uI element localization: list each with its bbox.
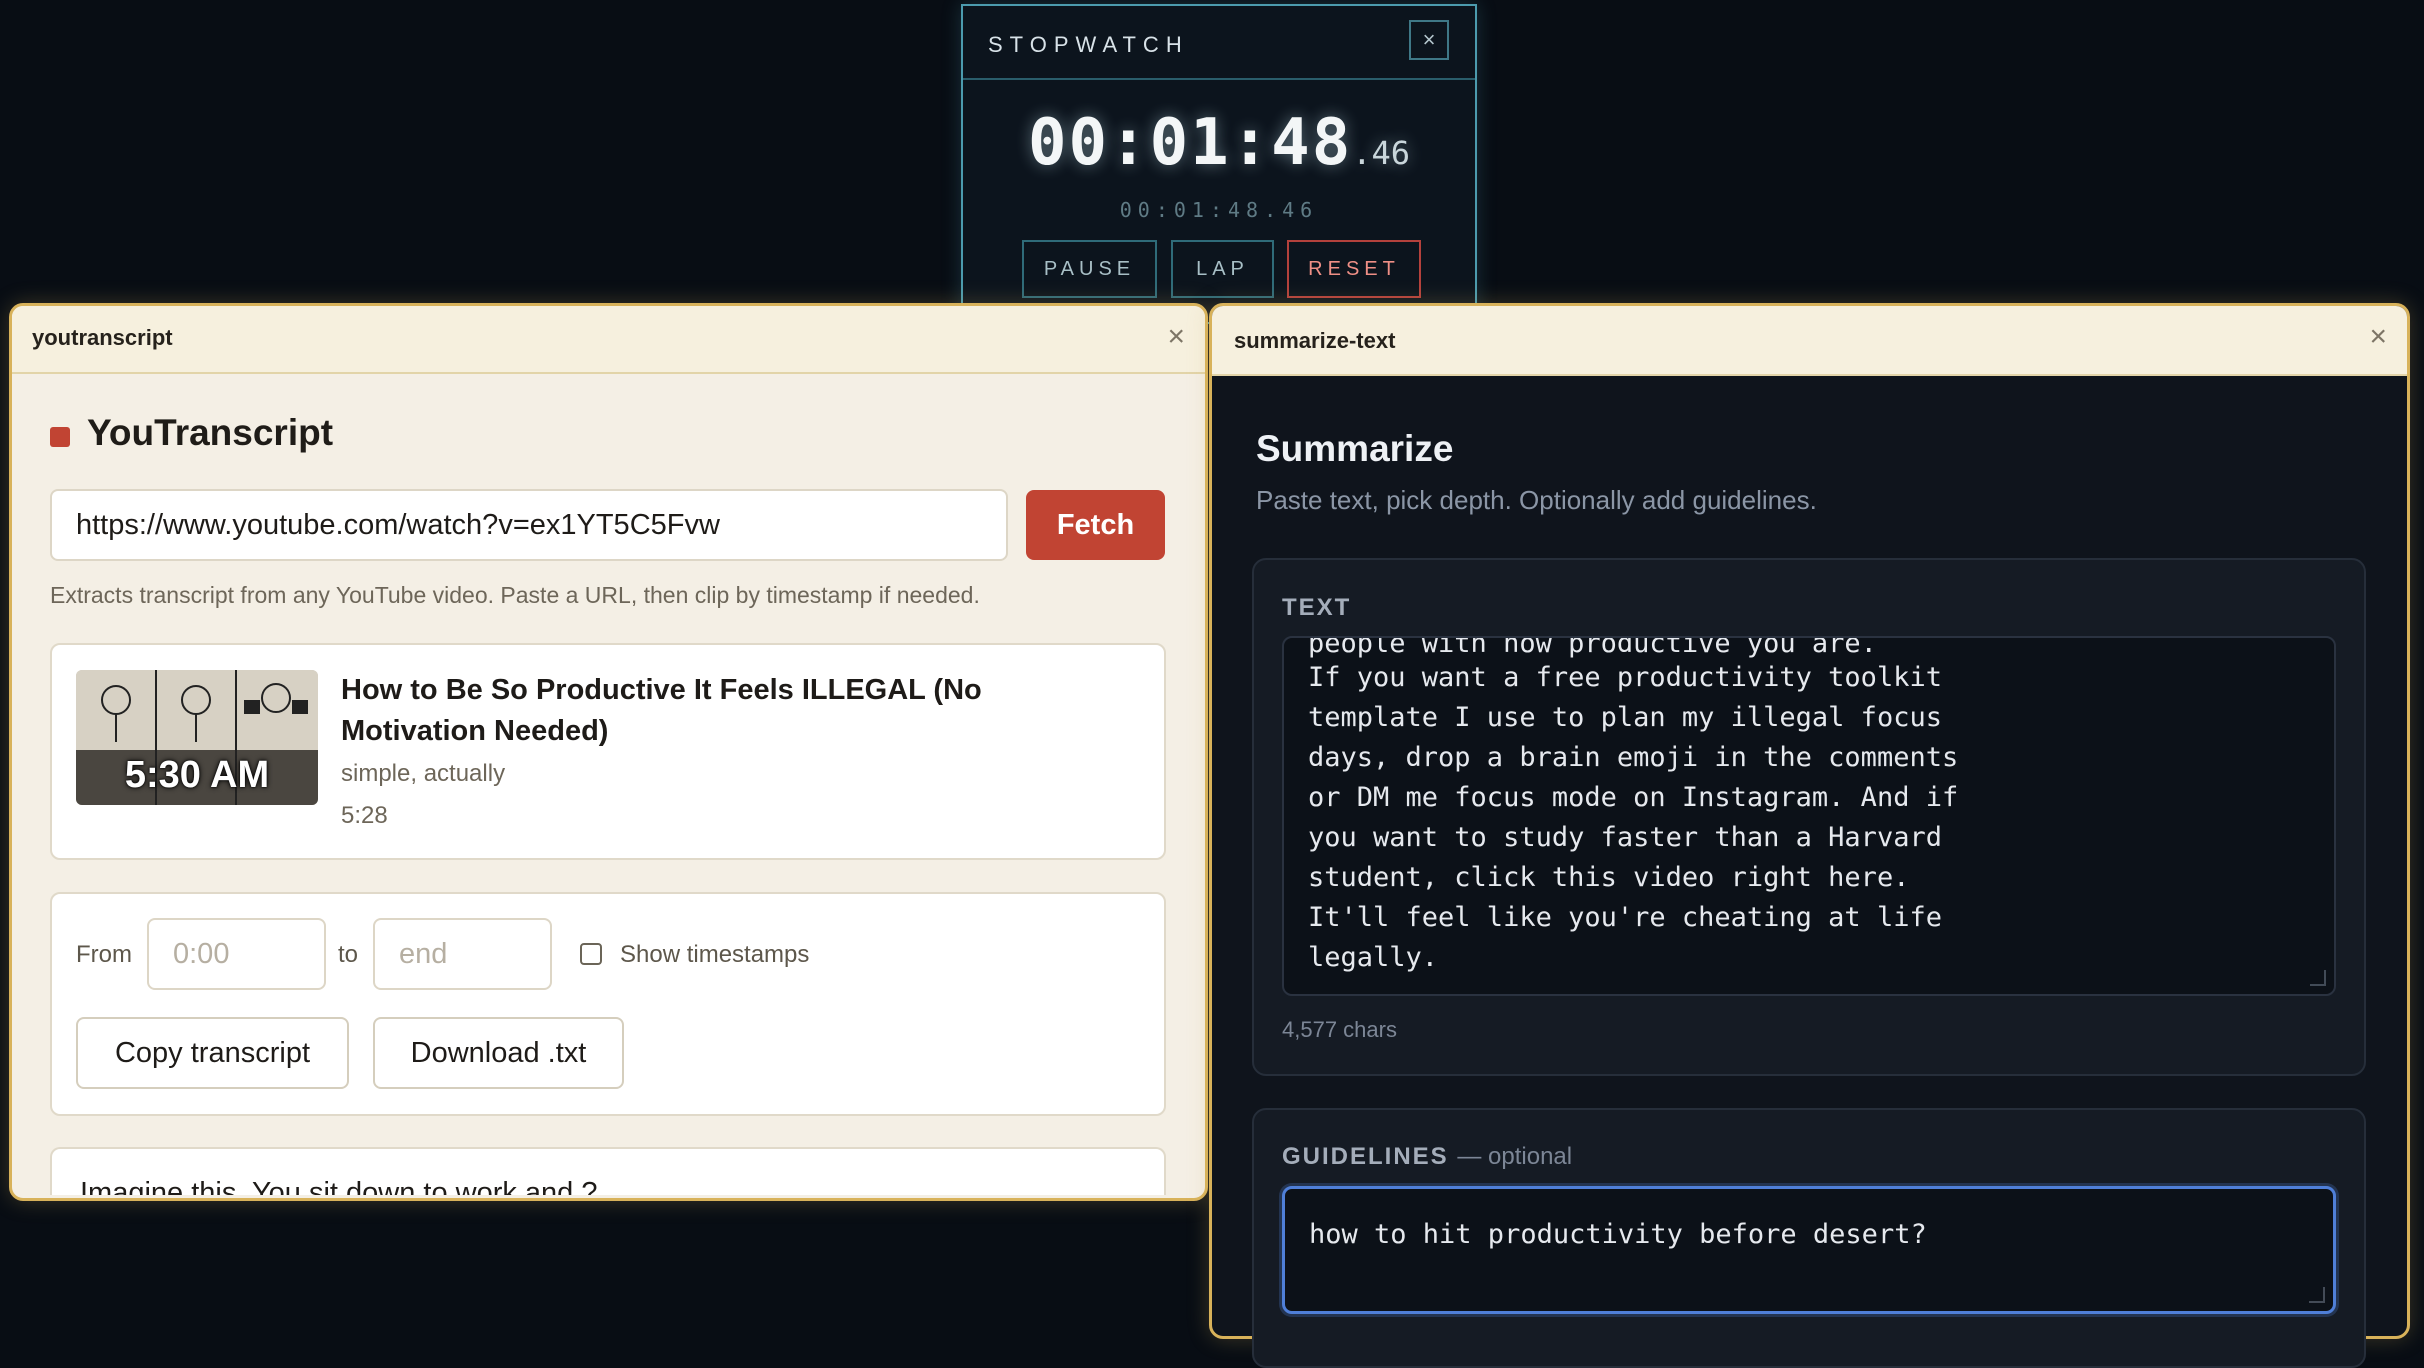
pause-button[interactable]: PAUSE [1022,240,1157,298]
to-label: to [338,941,359,968]
lap-button[interactable]: LAP [1171,240,1274,298]
guidelines-textarea-content: how to hit productivity before desert? [1309,1219,1927,1250]
summarize-subheading: Paste text, pick depth. Optionally add g… [1256,485,1817,515]
brand-dot-icon [50,427,70,447]
guidelines-resize-grip-icon[interactable] [2309,1287,2325,1303]
text-label: TEXT [1282,594,1352,621]
download-txt-button[interactable]: Download .txt [373,1017,624,1089]
stopwatch-title: STOPWATCH [988,32,1189,57]
char-count: 4,577 chars [1282,1017,1397,1042]
resize-grip-icon[interactable] [2310,970,2326,986]
guidelines-label-text: GUIDELINES [1282,1143,1449,1170]
summarize-heading: Summarize [1256,428,1454,469]
guidelines-optional-text: — optional [1457,1143,1573,1170]
url-input[interactable]: https://www.youtube.com/watch?v=ex1YT5C5… [50,489,1008,561]
guidelines-label: GUIDELINES — optional [1282,1143,1572,1171]
from-time-input[interactable]: 0:00 [147,918,326,990]
youtranscript-heading: YouTranscript [87,412,334,453]
summarize-close-button[interactable]: × [2369,320,2387,354]
youtranscript-titlebar: youtranscript × [12,306,1205,374]
text-textarea[interactable]: people with how productive you are. If y… [1282,636,2336,996]
summarize-window-title: summarize-text [1234,328,1396,353]
youtranscript-window-title: youtranscript [32,325,173,350]
copy-transcript-button[interactable]: Copy transcript [76,1017,349,1089]
transcript-preview-clip: Imagine this. You sit down to work and ? [50,1147,1166,1195]
text-textarea-content: If you want a free productivity toolkit … [1308,662,1959,973]
reset-button[interactable]: RESET [1287,240,1421,298]
show-timestamps-label: Show timestamps [620,941,810,968]
from-label: From [76,941,132,968]
stopwatch-time-main: 00:01:48 [1027,106,1353,180]
stopwatch-time-detail: 00:01:48.46 [1119,198,1319,222]
guidelines-textarea[interactable]: how to hit productivity before desert? [1282,1186,2336,1314]
stopwatch-time-fraction: .46 [1352,134,1411,172]
video-thumbnail: 5:30 AM [76,670,318,805]
video-duration: 5:28 [341,802,388,829]
video-channel: simple, actually [341,760,506,787]
stopwatch-display: 00:01:48.46 [963,106,1475,180]
fetch-button[interactable]: Fetch [1026,490,1165,560]
stopwatch-header: STOPWATCH × [963,6,1475,80]
stopwatch-close-button[interactable]: × [1409,20,1449,60]
stopwatch-window: STOPWATCH × 00:01:48.46 00:01:48.46 PAUS… [961,4,1477,324]
youtranscript-close-button[interactable]: × [1167,320,1185,354]
transcript-card: Imagine this. You sit down to work and ? [50,1147,1166,1195]
video-title: How to Be So Productive It Feels ILLEGAL… [341,674,982,747]
help-text: Extracts transcript from any YouTube vid… [50,582,980,608]
thumbnail-caption: 5:30 AM [124,754,270,796]
show-timestamps-checkbox[interactable] [580,943,602,965]
summarize-titlebar: summarize-text × [1212,306,2407,376]
transcript-text: Imagine this. You sit down to work and ? [80,1177,598,1195]
to-time-input[interactable]: end [373,918,552,990]
